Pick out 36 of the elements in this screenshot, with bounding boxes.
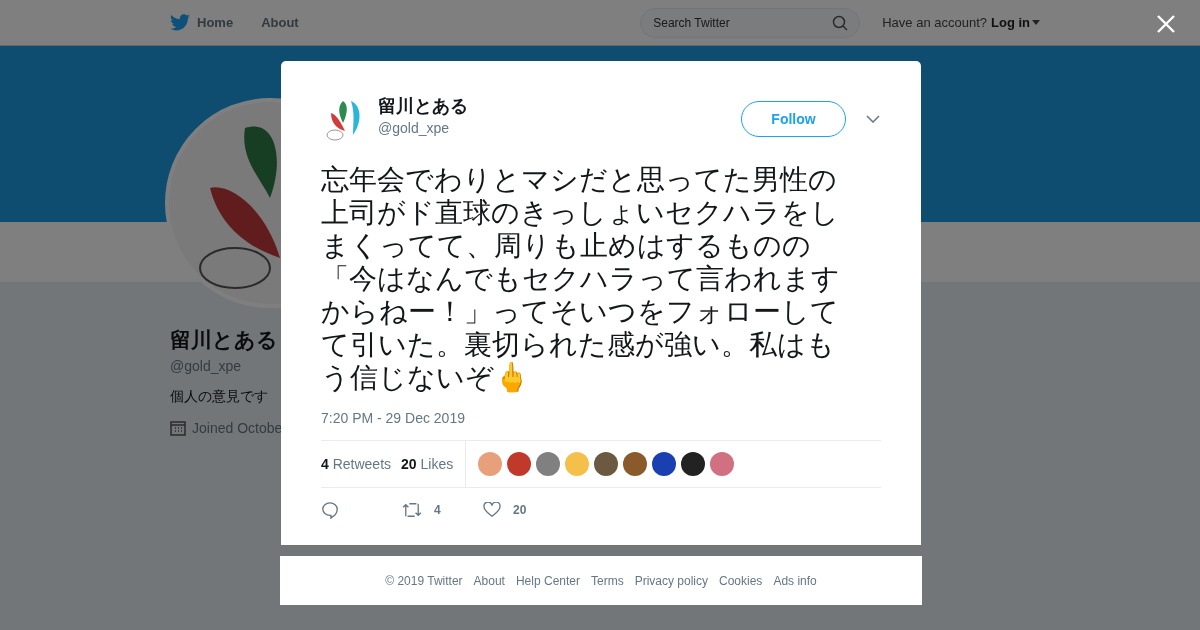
close-icon[interactable] [1157,15,1175,33]
chevron-icon[interactable] [866,114,880,123]
liker-avatar[interactable] [594,452,619,476]
author-name[interactable]: 留川とある [378,94,741,118]
footer-link[interactable]: Ads info [773,573,817,588]
footer-link[interactable]: Terms [591,573,624,588]
nav-link[interactable]: Home [197,15,234,30]
profile-name: 留川とある [170,327,278,354]
nav-link[interactable]: About [261,15,299,30]
reply-icon[interactable] [321,501,339,519]
caret-icon[interactable] [1032,20,1040,25]
follow-button[interactable]: Follow [741,100,846,137]
footer-link[interactable]: © 2019 Twitter [385,573,463,588]
tweet-text: 忘年会でわりとマシだと思ってた男性の上司がド直球のきっしょいセクハラをしまくってて、周りも止めはするものの「今はなんでもセクハラって言われますからねー！」ってそいつをフォローしてて引いた。裏切られた感が強い。私はもう信じないぞ🖕 [321,163,841,394]
stat-link[interactable]: 4 Retweets [321,456,392,472]
profile-handle: @gold_xpe [170,358,243,374]
footer-link[interactable]: About [473,573,505,588]
action-count: 20 [513,503,527,517]
profile-bio: 個人の意見です [170,388,269,406]
footer-link[interactable]: Help Center [515,573,580,588]
joined-date: Joined Octobe [192,420,283,436]
footer-link[interactable]: Privacy policy [634,573,708,588]
liker-avatar[interactable] [681,452,706,476]
liker-avatar[interactable] [652,452,677,476]
login-link[interactable]: Log in [991,15,1030,30]
search-icon[interactable] [832,14,849,31]
heart-icon[interactable] [483,502,501,518]
footer-link[interactable]: Cookies [719,573,763,588]
stat-link[interactable]: 20 Likes [401,456,454,472]
account-prompt: Have an account? [882,15,987,30]
action-count: 4 [434,503,441,517]
author-handle[interactable]: @gold_xpe [378,120,741,136]
calendar-icon [170,420,186,436]
tweet-timestamp[interactable]: 7:20 PM - 29 Dec 2019 [321,410,881,426]
retweet-icon[interactable] [402,502,422,518]
search-field[interactable]: Search Twitter [640,7,861,38]
